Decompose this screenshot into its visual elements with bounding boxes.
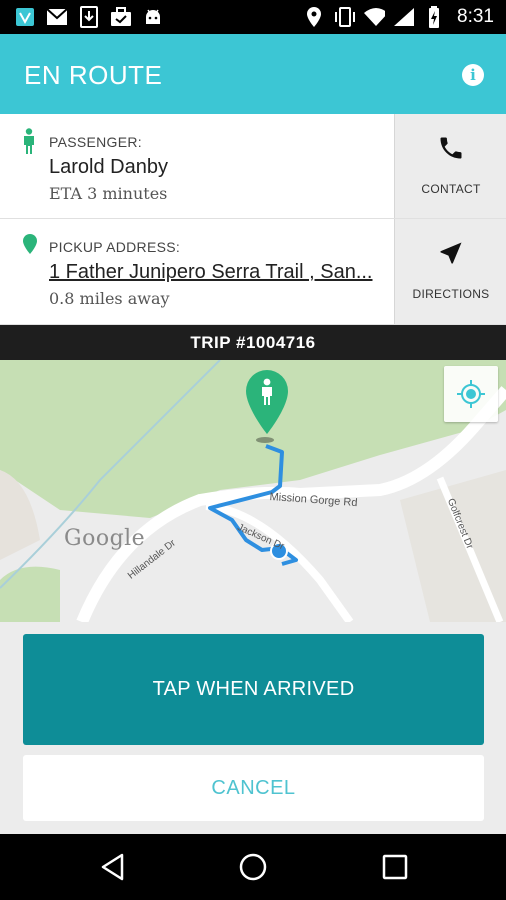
vibrate-icon	[333, 6, 356, 28]
directions-button[interactable]: DIRECTIONS	[394, 219, 506, 324]
system-nav-bar	[0, 834, 506, 900]
arrived-button[interactable]: TAP WHEN ARRIVED	[23, 634, 484, 745]
my-location-button[interactable]	[444, 366, 498, 422]
directions-label: DIRECTIONS	[412, 287, 490, 301]
clock: 8:31	[457, 6, 494, 27]
map-pin-icon	[22, 233, 38, 260]
signal-icon	[393, 6, 415, 28]
trip-number-bar: TRIP #1004716	[0, 325, 506, 360]
crosshair-icon	[457, 380, 485, 408]
home-icon[interactable]	[238, 852, 268, 882]
navigation-arrow-icon	[395, 239, 506, 267]
passenger-label: PASSENGER:	[49, 134, 142, 150]
passenger-eta: ETA 3 minutes	[49, 184, 168, 203]
pickup-address-link[interactable]: 1 Father Junipero Serra Trail , San...	[49, 261, 385, 284]
contact-button[interactable]: CONTACT	[394, 114, 506, 218]
person-icon	[22, 128, 36, 159]
recents-icon[interactable]	[380, 852, 410, 882]
pickup-marker[interactable]	[244, 368, 290, 443]
status-bar: 8:31	[0, 0, 506, 34]
map-view[interactable]: Mission Gorge Rd Hillandale Dr Jackson D…	[0, 360, 506, 622]
info-icon[interactable]: i	[462, 64, 484, 86]
gmail-icon	[46, 6, 68, 28]
wifi-icon	[363, 6, 386, 28]
battery-charging-icon	[423, 6, 445, 28]
map-attribution: Google	[64, 526, 146, 551]
pickup-distance: 0.8 miles away	[49, 289, 170, 308]
passenger-row: PASSENGER: Larold Danby ETA 3 minutes CO…	[0, 114, 506, 219]
phone-icon	[395, 134, 506, 162]
app-icon	[14, 6, 36, 28]
contact-label: CONTACT	[421, 182, 481, 196]
location-icon	[303, 6, 325, 28]
passenger-name: Larold Danby	[49, 156, 168, 178]
pickup-label: PICKUP ADDRESS:	[49, 239, 181, 255]
download-icon	[78, 6, 100, 28]
app-bar: EN ROUTE i	[0, 34, 506, 114]
person-marker-icon	[246, 370, 288, 434]
back-icon[interactable]	[98, 852, 128, 882]
action-panel: TAP WHEN ARRIVED CANCEL	[0, 622, 506, 834]
briefcase-icon	[110, 6, 132, 28]
android-icon	[142, 6, 164, 28]
pickup-row: PICKUP ADDRESS: 1 Father Junipero Serra …	[0, 219, 506, 325]
cancel-button[interactable]: CANCEL	[23, 755, 484, 821]
page-title: EN ROUTE	[24, 60, 163, 90]
